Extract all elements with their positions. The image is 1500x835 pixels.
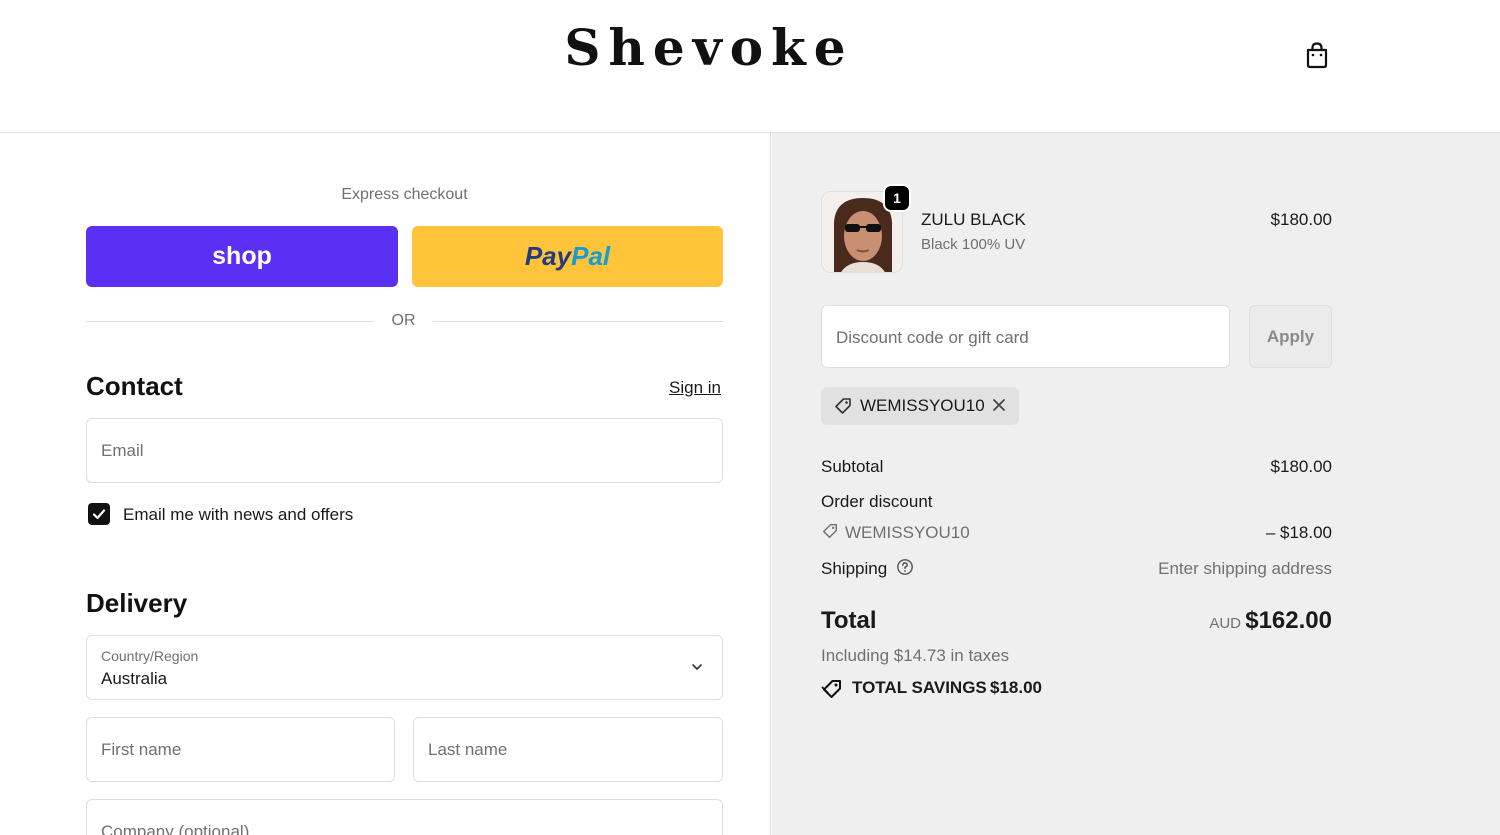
total-savings-label: TOTAL SAVINGS xyxy=(852,678,987,697)
paypal-button[interactable]: Pay Pal xyxy=(412,226,723,287)
shop-pay-button[interactable]: shop xyxy=(86,226,398,287)
order-summary-panel: 1 ZULU BLACK Black 100% UV $180.00 Disco… xyxy=(772,133,1500,835)
product-name: ZULU BLACK xyxy=(921,210,1026,229)
subtotal-value: $180.00 xyxy=(1270,457,1332,476)
paypal-label-pal: Pal xyxy=(571,241,611,271)
apply-discount-button[interactable]: Apply xyxy=(1249,305,1332,368)
tag-icon xyxy=(835,398,851,414)
applied-discount-chip: WEMISSYOU10 xyxy=(821,387,1019,425)
discount-code-input[interactable]: Discount code or gift card xyxy=(821,305,1230,368)
country-label: Country/Region xyxy=(101,648,199,664)
savings-tag-icon xyxy=(821,680,841,698)
product-price: $180.00 xyxy=(1270,210,1332,229)
close-icon[interactable] xyxy=(990,396,1008,414)
paypal-label-pay: Pay xyxy=(524,241,572,271)
sign-in-link[interactable]: Sign in xyxy=(669,378,721,398)
delivery-title: Delivery xyxy=(86,588,188,618)
or-label: OR xyxy=(391,312,416,329)
applied-code-label: WEMISSYOU10 xyxy=(860,396,985,415)
help-circle-icon[interactable] xyxy=(896,558,914,576)
country-value: Australia xyxy=(101,669,168,688)
divider-line-right xyxy=(433,321,723,322)
shop-pay-label: shop xyxy=(212,242,272,270)
shopping-bag-icon[interactable] xyxy=(1302,40,1332,70)
first-name-field[interactable]: First name xyxy=(86,717,395,782)
last-name-placeholder: Last name xyxy=(428,740,508,759)
site-header: Shevoke xyxy=(0,0,1500,133)
order-discount-code: WEMISSYOU10 xyxy=(845,523,970,542)
store-logo[interactable]: Shevoke xyxy=(0,18,1418,77)
total-label: Total xyxy=(821,607,877,634)
currency-code: AUD xyxy=(1209,615,1241,632)
newsletter-label[interactable]: Email me with news and offers xyxy=(123,505,353,525)
divider-line-left xyxy=(86,321,374,322)
checkmark-icon xyxy=(92,509,106,520)
or-divider: OR xyxy=(86,311,723,333)
checkout-form-panel: Express checkout shop Pay Pal OR Contact … xyxy=(0,133,771,835)
order-discount-label: Order discount xyxy=(821,492,933,511)
email-field[interactable]: Email xyxy=(86,418,723,483)
company-field[interactable]: Company (optional) xyxy=(86,799,723,835)
last-name-field[interactable]: Last name xyxy=(413,717,723,782)
contact-title: Contact xyxy=(86,371,183,401)
newsletter-checkbox[interactable] xyxy=(88,503,110,525)
order-discount-value: – $18.00 xyxy=(1265,523,1332,542)
chevron-down-icon xyxy=(692,664,702,670)
total-value: $162.00 xyxy=(1245,607,1332,634)
company-placeholder: Company (optional) xyxy=(101,822,250,835)
discount-placeholder: Discount code or gift card xyxy=(836,328,1029,347)
subtotal-label: Subtotal xyxy=(821,457,884,476)
shipping-value: Enter shipping address xyxy=(1158,559,1332,578)
tag-icon xyxy=(822,523,838,539)
email-placeholder: Email xyxy=(101,441,144,460)
tax-note: Including $14.73 in taxes xyxy=(821,646,1010,665)
country-select[interactable]: Country/Region Australia xyxy=(86,635,723,700)
first-name-placeholder: First name xyxy=(101,740,182,759)
product-variant: Black 100% UV xyxy=(921,236,1026,253)
express-checkout-label: Express checkout xyxy=(341,186,468,203)
total-savings-value: $18.00 xyxy=(990,678,1042,697)
quantity-badge: 1 xyxy=(883,184,911,212)
shipping-label: Shipping xyxy=(821,559,888,578)
